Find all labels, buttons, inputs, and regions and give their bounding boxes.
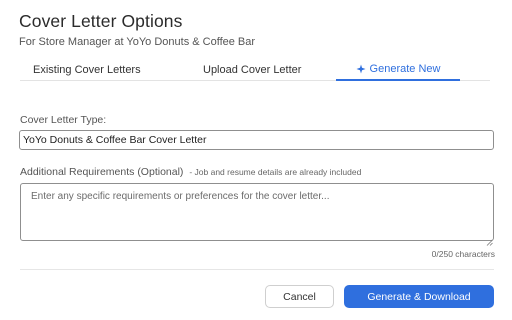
additional-requirements-label-text: Additional Requirements (Optional)	[20, 166, 184, 178]
sparkle-icon	[356, 64, 366, 74]
dialog-title: Cover Letter Options	[19, 11, 183, 31]
tab-bar: Existing Cover Letters Upload Cover Lett…	[20, 58, 490, 81]
tab-existing-cover-letters[interactable]: Existing Cover Letters	[33, 64, 141, 76]
resize-grip-icon[interactable]	[486, 233, 493, 246]
character-counter: 0/250 characters	[431, 249, 495, 259]
cover-letter-type-label: Cover Letter Type:	[20, 114, 107, 126]
cover-letter-type-input[interactable]	[19, 130, 494, 150]
generate-download-button[interactable]: Generate & Download	[344, 285, 494, 308]
cancel-button[interactable]: Cancel	[265, 285, 334, 308]
requirements-hint: - Job and resume details are already inc…	[189, 167, 362, 177]
tab-upload-cover-letter[interactable]: Upload Cover Letter	[203, 64, 301, 76]
tab-generate-new[interactable]: Generate New	[336, 58, 460, 81]
tab-generate-new-label: Generate New	[369, 63, 441, 75]
cover-letter-dialog: Cover Letter Options For Store Manager a…	[0, 0, 512, 320]
additional-requirements-label: Additional Requirements (Optional) - Job…	[20, 166, 361, 178]
additional-requirements-textarea[interactable]	[20, 183, 494, 241]
footer-divider	[20, 269, 494, 270]
dialog-subtitle: For Store Manager at YoYo Donuts & Coffe…	[19, 36, 256, 48]
